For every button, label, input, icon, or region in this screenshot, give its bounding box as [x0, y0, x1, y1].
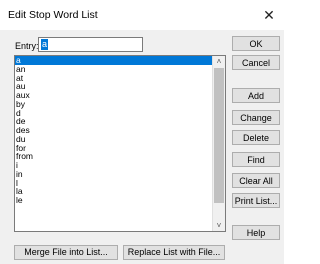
vertical-scrollbar[interactable]: ˄ ˅	[212, 56, 225, 231]
list-item[interactable]: a	[15, 56, 212, 65]
replace-list-button[interactable]: Replace List with File...	[123, 245, 225, 260]
list-item[interactable]: from	[15, 152, 212, 161]
help-button[interactable]: Help	[232, 225, 280, 240]
list-items: a an at au aux by d de des du for from i in l la le	[15, 56, 212, 205]
find-button[interactable]: Find	[232, 152, 280, 167]
entry-label: Entry:	[15, 41, 39, 51]
list-item[interactable]: in	[15, 170, 212, 179]
list-item[interactable]: by	[15, 100, 212, 109]
close-icon[interactable]: ✕	[258, 5, 280, 25]
window-title: Edit Stop Word List	[8, 9, 98, 21]
list-item[interactable]: at	[15, 74, 212, 83]
scroll-down-icon[interactable]: ˅	[213, 220, 225, 231]
change-button[interactable]: Change	[232, 110, 280, 125]
ok-button[interactable]: OK	[232, 36, 280, 51]
list-item[interactable]: an	[15, 65, 212, 74]
stop-word-listbox[interactable]: a an at au aux by d de des du for from i in l la le ˄ ˅	[14, 55, 226, 232]
list-item[interactable]: i	[15, 161, 212, 170]
list-item[interactable]: de	[15, 117, 212, 126]
list-item[interactable]: aux	[15, 91, 212, 100]
delete-button[interactable]: Delete	[232, 130, 280, 145]
cancel-button[interactable]: Cancel	[232, 55, 280, 70]
scroll-up-icon[interactable]: ˄	[213, 56, 225, 67]
entry-input[interactable]: a	[38, 37, 143, 52]
merge-file-button[interactable]: Merge File into List...	[14, 245, 118, 260]
title-bar: Edit Stop Word List ✕	[0, 0, 284, 32]
list-item[interactable]: au	[15, 82, 212, 91]
scroll-thumb[interactable]	[214, 68, 224, 203]
list-item[interactable]: for	[15, 144, 212, 153]
list-item[interactable]: d	[15, 109, 212, 118]
list-item[interactable]: la	[15, 187, 212, 196]
add-button[interactable]: Add	[232, 88, 280, 103]
list-item[interactable]: des	[15, 126, 212, 135]
clear-all-button[interactable]: Clear All	[232, 173, 280, 188]
list-item[interactable]: le	[15, 196, 212, 205]
print-list-button[interactable]: Print List...	[232, 193, 280, 208]
entry-input-value: a	[41, 39, 49, 50]
list-item[interactable]: l	[15, 179, 212, 188]
list-item[interactable]: du	[15, 135, 212, 144]
